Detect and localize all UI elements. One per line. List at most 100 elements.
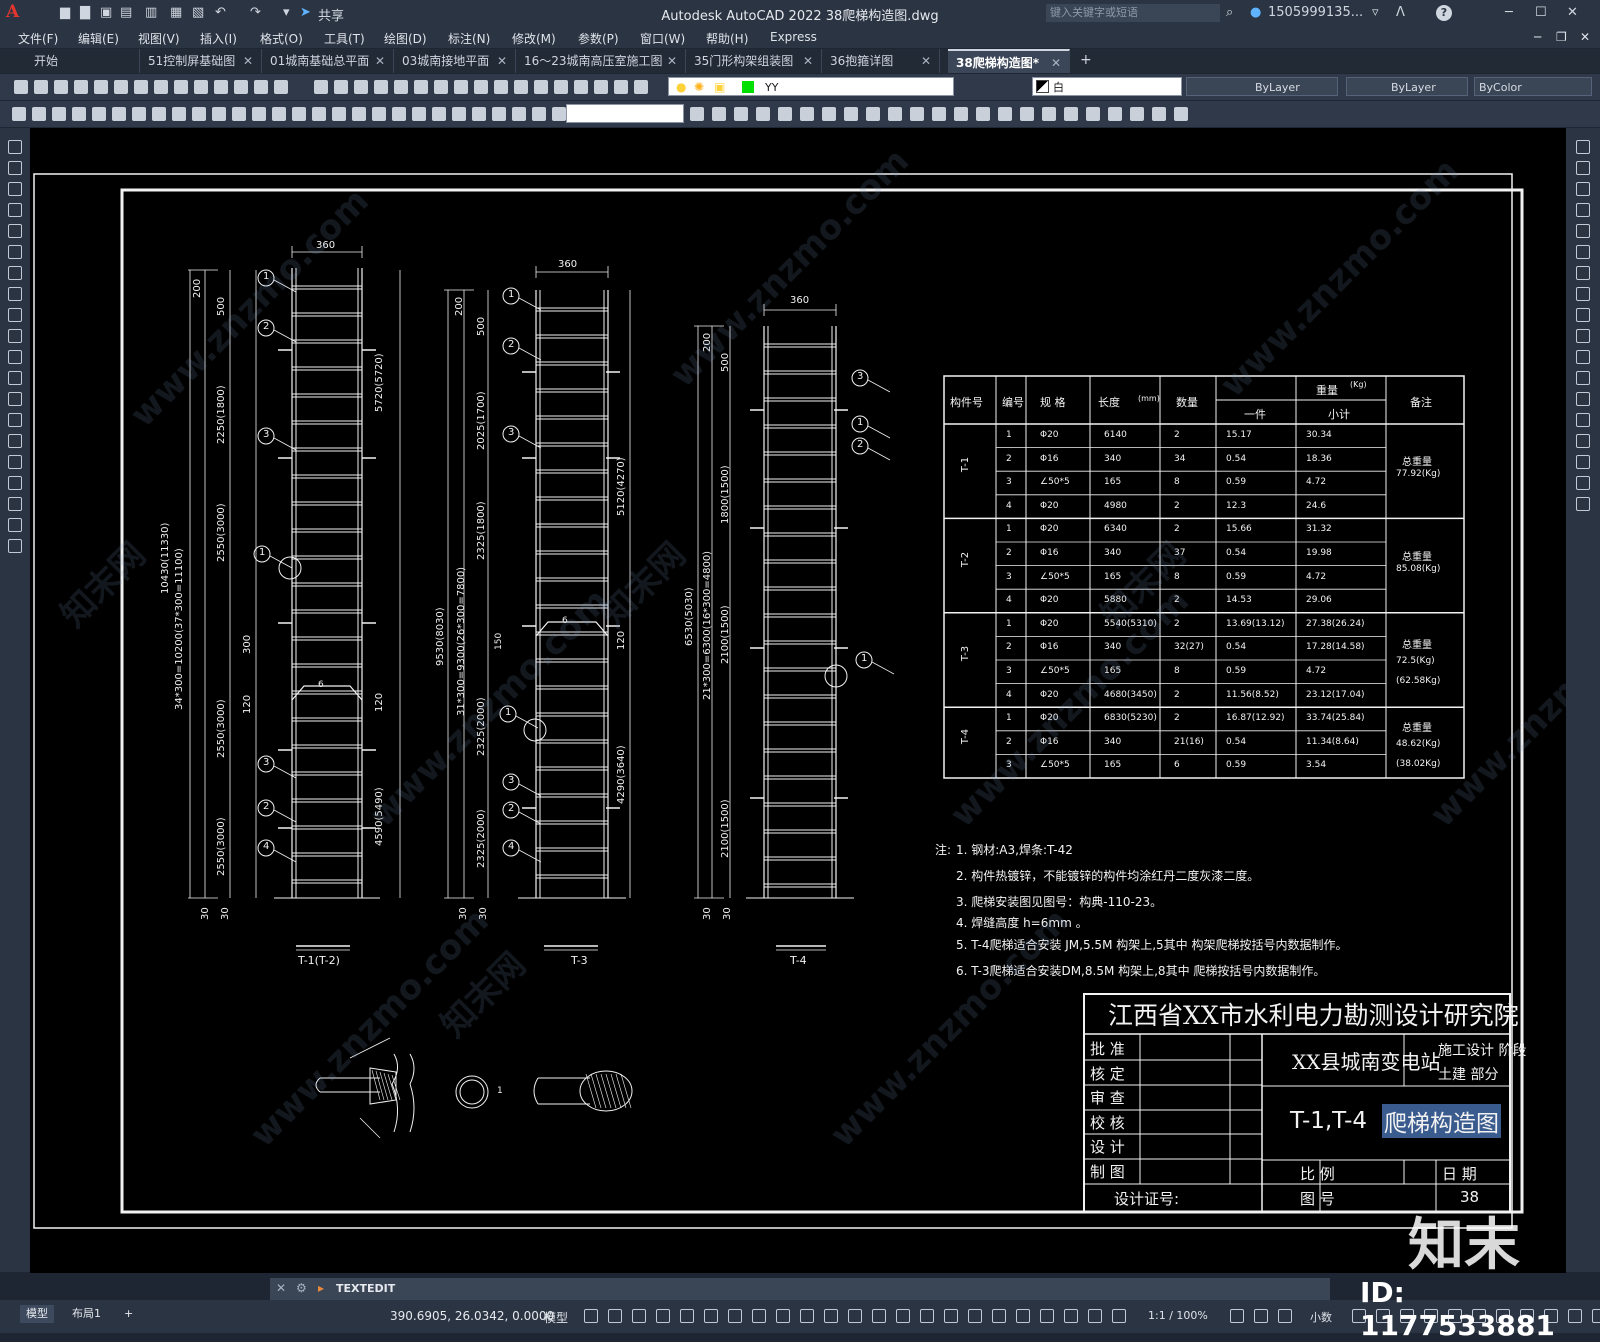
tool-17-icon[interactable] <box>354 80 368 94</box>
status-toggle-12-icon[interactable] <box>848 1309 862 1323</box>
draw-tool-15-icon[interactable] <box>8 434 22 448</box>
tool-20-icon[interactable] <box>414 80 428 94</box>
dimtool-50-icon[interactable] <box>1152 107 1166 121</box>
dimtool-38-icon[interactable] <box>888 107 902 121</box>
dimtool-31-icon[interactable] <box>734 107 748 121</box>
menu-file[interactable]: 文件(F) <box>18 30 58 47</box>
draw-tool-2-icon[interactable] <box>8 161 22 175</box>
draw-tool-13-icon[interactable] <box>8 392 22 406</box>
draw-tool-11-icon[interactable] <box>8 350 22 364</box>
status-toggle-6-icon[interactable] <box>704 1309 718 1323</box>
modify-tool-14-icon[interactable] <box>1576 413 1590 427</box>
tool-30-icon[interactable] <box>614 80 628 94</box>
status-toggle-11-icon[interactable] <box>824 1309 838 1323</box>
modify-tool-5-icon[interactable] <box>1576 224 1590 238</box>
autodesk-icon[interactable]: Ʌ <box>1396 5 1405 20</box>
dimtool-26-icon[interactable] <box>512 107 526 121</box>
tab-model[interactable]: 模型 <box>20 1305 54 1323</box>
dimtool-45-icon[interactable] <box>1042 107 1056 121</box>
tool-26-icon[interactable] <box>534 80 548 94</box>
dimtool-8-icon[interactable] <box>152 107 166 121</box>
dimtool-6-icon[interactable] <box>112 107 126 121</box>
menu-modify[interactable]: 修改(M) <box>512 30 556 47</box>
tab-36[interactable]: 36抱箍详图 ✕ <box>822 49 940 73</box>
dimtool-19-icon[interactable] <box>372 107 386 121</box>
command-line[interactable]: ✕ ⚙ ▸ TEXTEDIT <box>270 1278 1330 1300</box>
tool-10-icon[interactable] <box>194 80 208 94</box>
status-toggle-23-icon[interactable] <box>1112 1309 1126 1323</box>
dimtool-23-icon[interactable] <box>452 107 466 121</box>
search-input[interactable]: 键入关键字或短语 <box>1046 4 1220 22</box>
menu-format[interactable]: 格式(O) <box>260 30 303 47</box>
dimtool-20-icon[interactable] <box>392 107 406 121</box>
status-toggle-13-icon[interactable] <box>872 1309 886 1323</box>
draw-tool-4-icon[interactable] <box>8 203 22 217</box>
dimtool-13-icon[interactable] <box>252 107 266 121</box>
menu-tools[interactable]: 工具(T) <box>324 30 365 47</box>
minimize-icon[interactable]: ─ <box>1505 5 1513 20</box>
tool-4-icon[interactable] <box>74 80 88 94</box>
tab-close-icon[interactable]: ✕ <box>375 49 385 73</box>
modify-tool-12-icon[interactable] <box>1576 371 1590 385</box>
dimtool-39-icon[interactable] <box>910 107 924 121</box>
tool-13-icon[interactable] <box>254 80 268 94</box>
dimtool-47-icon[interactable] <box>1086 107 1100 121</box>
menu-dimension[interactable]: 标注(N) <box>448 30 490 47</box>
dimtool-16-icon[interactable] <box>312 107 326 121</box>
dimtool-40-icon[interactable] <box>932 107 946 121</box>
tool-5-icon[interactable] <box>94 80 108 94</box>
draw-tool-14-icon[interactable] <box>8 413 22 427</box>
tool-1-icon[interactable] <box>14 80 28 94</box>
tool-3-icon[interactable] <box>54 80 68 94</box>
dimstyle-dropdown[interactable] <box>566 104 684 123</box>
menu-edit[interactable]: 编辑(E) <box>78 30 119 47</box>
menu-draw[interactable]: 绘图(D) <box>384 30 427 47</box>
menu-express[interactable]: Express <box>770 30 817 44</box>
tab-close-icon[interactable]: ✕ <box>667 49 677 73</box>
dimtool-48-icon[interactable] <box>1108 107 1122 121</box>
dimtool-32-icon[interactable] <box>756 107 770 121</box>
menu-window[interactable]: 窗口(W) <box>640 30 685 47</box>
dimtool-1-icon[interactable] <box>12 107 26 121</box>
tool-15-icon[interactable] <box>314 80 328 94</box>
plotstyle-dropdown[interactable]: ByColor <box>1474 77 1592 96</box>
tab-close-icon[interactable]: ✕ <box>497 49 507 73</box>
draw-tool-1-icon[interactable] <box>8 140 22 154</box>
modify-tool-6-icon[interactable] <box>1576 245 1590 259</box>
dimtool-28-icon[interactable] <box>552 107 566 121</box>
tab-close-icon[interactable]: ✕ <box>921 49 931 73</box>
draw-tool-18-icon[interactable] <box>8 497 22 511</box>
status-toggle-16-icon[interactable] <box>944 1309 958 1323</box>
status-toggle-17-icon[interactable] <box>968 1309 982 1323</box>
status-toggle-25-icon[interactable] <box>1254 1309 1268 1323</box>
dimtool-14-icon[interactable] <box>272 107 286 121</box>
new-tab-icon[interactable]: + <box>1080 52 1092 68</box>
dimtool-9-icon[interactable] <box>172 107 186 121</box>
dimtool-30-icon[interactable] <box>712 107 726 121</box>
tool-21-icon[interactable] <box>434 80 448 94</box>
tool-16-icon[interactable] <box>334 80 348 94</box>
status-toggle-26-icon[interactable] <box>1278 1309 1292 1323</box>
tool-11-icon[interactable] <box>214 80 228 94</box>
doc-restore-icon[interactable]: ❐ <box>1556 30 1567 44</box>
modify-tool-8-icon[interactable] <box>1576 287 1590 301</box>
draw-tool-6-icon[interactable] <box>8 245 22 259</box>
tool-23-icon[interactable] <box>474 80 488 94</box>
maximize-icon[interactable]: ☐ <box>1535 5 1547 20</box>
lineweight-dropdown[interactable]: ByLayer <box>1346 77 1468 96</box>
status-toggle-7-icon[interactable] <box>728 1309 742 1323</box>
dimtool-35-icon[interactable] <box>822 107 836 121</box>
draw-tool-9-icon[interactable] <box>8 308 22 322</box>
tool-19-icon[interactable] <box>394 80 408 94</box>
modify-tool-18-icon[interactable] <box>1576 497 1590 511</box>
tool-27-icon[interactable] <box>554 80 568 94</box>
dimtool-49-icon[interactable] <box>1130 107 1144 121</box>
menu-parametric[interactable]: 参数(P) <box>578 30 619 47</box>
dimtool-42-icon[interactable] <box>976 107 990 121</box>
tab-38-active[interactable]: 38爬梯构造图* ✕ <box>948 49 1070 73</box>
tab-16-23[interactable]: 16～23城南高压室施工图 ✕ <box>516 49 686 73</box>
dimtool-33-icon[interactable] <box>778 107 792 121</box>
modify-tool-9-icon[interactable] <box>1576 308 1590 322</box>
status-toggle-3-icon[interactable] <box>632 1309 646 1323</box>
menu-insert[interactable]: 插入(I) <box>200 30 237 47</box>
